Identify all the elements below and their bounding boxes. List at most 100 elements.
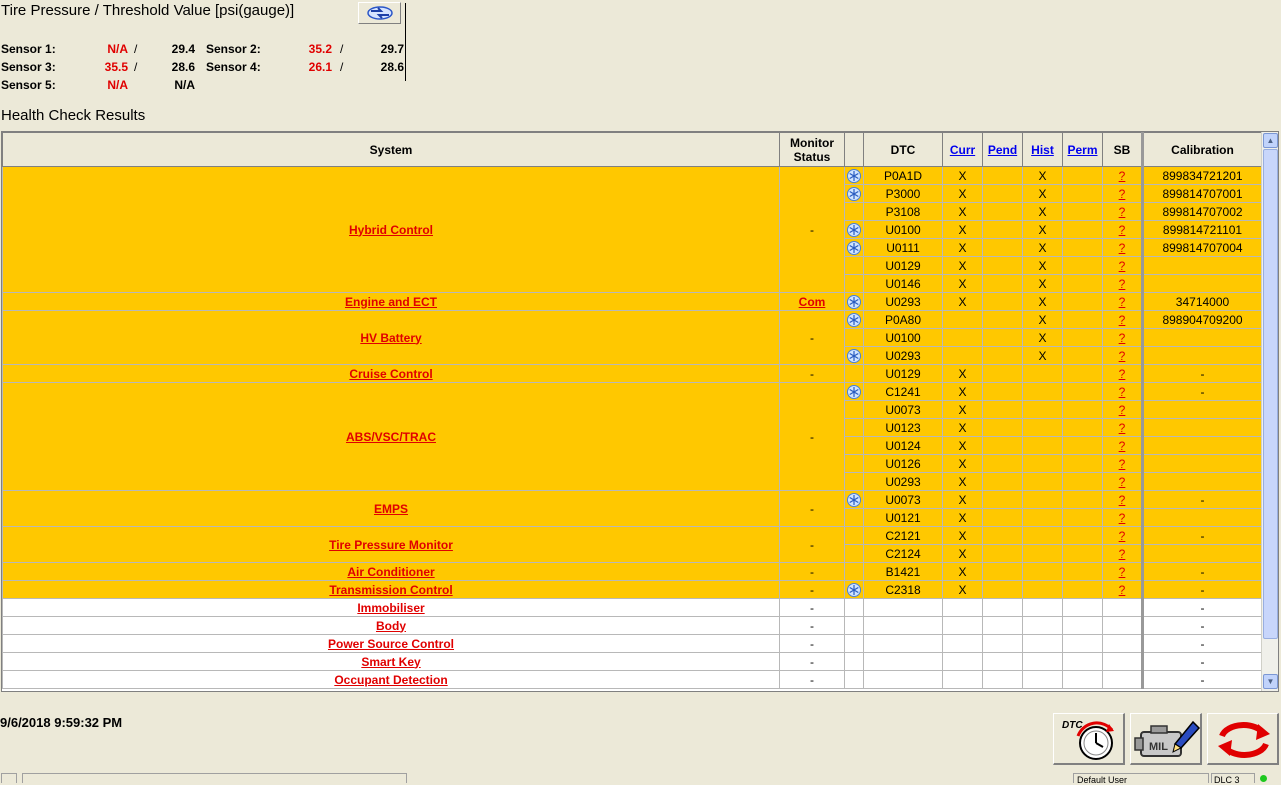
service-bulletin-link[interactable]: ?: [1119, 313, 1126, 327]
service-bulletin-link[interactable]: ?: [1119, 187, 1126, 201]
dtc-code-cell[interactable]: [863, 652, 943, 671]
service-bulletin-link[interactable]: ?: [1119, 367, 1126, 381]
dtc-code-cell[interactable]: [863, 634, 943, 653]
service-bulletin-link[interactable]: ?: [1119, 475, 1126, 489]
table-row[interactable]: Body - -: [2, 616, 1262, 635]
dtc-code-cell[interactable]: U0293: [863, 346, 943, 365]
service-bulletin-link[interactable]: ?: [1119, 331, 1126, 345]
freeze-frame-cell[interactable]: [844, 238, 864, 257]
pend-link[interactable]: Pend: [988, 143, 1017, 157]
service-bulletin-link[interactable]: ?: [1119, 223, 1126, 237]
refresh-button[interactable]: [1207, 713, 1279, 765]
freeze-frame-cell[interactable]: [844, 220, 864, 239]
service-bulletin-link[interactable]: ?: [1119, 421, 1126, 435]
hist-column-header[interactable]: Hist: [1022, 132, 1063, 167]
dtc-code-cell[interactable]: U0073: [863, 400, 943, 419]
sb-column-header[interactable]: SB: [1102, 132, 1143, 167]
dtc-code-cell[interactable]: [863, 616, 943, 635]
dtc-code-cell[interactable]: U0111: [863, 238, 943, 257]
dtc-code-cell[interactable]: U0123: [863, 418, 943, 437]
dtc-code-cell[interactable]: U0129: [863, 364, 943, 383]
dtc-code-cell[interactable]: U0146: [863, 274, 943, 293]
system-link[interactable]: Tire Pressure Monitor: [329, 538, 453, 552]
snowflake-icon[interactable]: [847, 384, 861, 399]
system-column-header[interactable]: System: [2, 132, 780, 167]
freeze-frame-cell[interactable]: [844, 166, 864, 185]
dtc-code-cell[interactable]: P3108: [863, 202, 943, 221]
system-link[interactable]: ABS/VSC/TRAC: [346, 430, 436, 444]
calibration-column-header[interactable]: Calibration: [1141, 132, 1262, 167]
snowflake-icon[interactable]: [847, 492, 861, 507]
scroll-thumb[interactable]: [1263, 149, 1278, 639]
freeze-frame-cell[interactable]: [844, 490, 864, 509]
snowflake-icon[interactable]: [847, 168, 861, 183]
service-bulletin-link[interactable]: ?: [1119, 493, 1126, 507]
service-bulletin-link[interactable]: ?: [1119, 547, 1126, 561]
service-bulletin-link[interactable]: ?: [1119, 205, 1126, 219]
refresh-tpms-button[interactable]: [358, 2, 401, 24]
service-bulletin-link[interactable]: ?: [1119, 439, 1126, 453]
table-row[interactable]: Smart Key - -: [2, 652, 1262, 671]
scroll-up-button[interactable]: ▲: [1263, 133, 1278, 148]
dtc-code-cell[interactable]: U0100: [863, 328, 943, 347]
system-link[interactable]: Air Conditioner: [347, 565, 434, 579]
table-row[interactable]: Hybrid Control - P0A1D X X? 899834721201: [2, 166, 1262, 293]
system-link[interactable]: HV Battery: [360, 331, 421, 345]
freeze-frame-cell[interactable]: [844, 382, 864, 401]
dtc-monitor-button[interactable]: DTC: [1053, 713, 1125, 765]
dtc-code-cell[interactable]: [863, 598, 943, 617]
service-bulletin-link[interactable]: ?: [1119, 583, 1126, 597]
table-row[interactable]: EMPS - U0073 X? -: [2, 490, 1262, 527]
perm-column-header[interactable]: Perm: [1062, 132, 1103, 167]
snowflake-icon[interactable]: [847, 312, 861, 327]
dtc-code-cell[interactable]: U0126: [863, 454, 943, 473]
table-row[interactable]: Power Source Control - -: [2, 634, 1262, 653]
curr-column-header[interactable]: Curr: [942, 132, 983, 167]
service-bulletin-link[interactable]: ?: [1119, 259, 1126, 273]
snowflake-icon[interactable]: [847, 186, 861, 201]
system-link[interactable]: Immobiliser: [357, 601, 424, 615]
dtc-code-cell[interactable]: C2318: [863, 580, 943, 599]
table-row[interactable]: Tire Pressure Monitor - C2121 X? -: [2, 526, 1262, 563]
dtc-column-header[interactable]: DTC: [863, 132, 943, 167]
dtc-code-cell[interactable]: C2124: [863, 544, 943, 563]
system-link[interactable]: Body: [376, 619, 406, 633]
system-link[interactable]: Power Source Control: [328, 637, 454, 651]
dtc-code-cell[interactable]: P3000: [863, 184, 943, 203]
dtc-code-cell[interactable]: U0293: [863, 292, 943, 311]
table-row[interactable]: Occupant Detection - -: [2, 670, 1262, 689]
pend-column-header[interactable]: Pend: [982, 132, 1023, 167]
system-link[interactable]: Engine and ECT: [345, 295, 437, 309]
system-link[interactable]: EMPS: [374, 502, 408, 516]
table-vertical-scrollbar[interactable]: ▲ ▼: [1261, 132, 1278, 691]
service-bulletin-link[interactable]: ?: [1119, 385, 1126, 399]
dtc-code-cell[interactable]: U0124: [863, 436, 943, 455]
freeze-frame-cell[interactable]: [844, 580, 864, 599]
service-bulletin-link[interactable]: ?: [1119, 277, 1126, 291]
system-link[interactable]: Smart Key: [361, 655, 420, 669]
hist-link[interactable]: Hist: [1031, 143, 1054, 157]
service-bulletin-link[interactable]: ?: [1119, 457, 1126, 471]
table-row[interactable]: Air Conditioner - B1421 X? -: [2, 562, 1262, 581]
snowflake-icon[interactable]: [847, 240, 861, 255]
service-bulletin-link[interactable]: ?: [1119, 241, 1126, 255]
table-row[interactable]: Cruise Control - U0129 X? -: [2, 364, 1262, 383]
dtc-code-cell[interactable]: [863, 670, 943, 689]
scroll-down-button[interactable]: ▼: [1263, 674, 1278, 689]
snowflake-icon[interactable]: [847, 348, 861, 363]
service-bulletin-link[interactable]: ?: [1119, 511, 1126, 525]
service-bulletin-link[interactable]: ?: [1119, 565, 1126, 579]
freeze-frame-cell[interactable]: [844, 292, 864, 311]
monitor-status-link[interactable]: Com: [799, 295, 826, 309]
dtc-code-cell[interactable]: U0100: [863, 220, 943, 239]
dtc-code-cell[interactable]: P0A1D: [863, 166, 943, 185]
freeze-frame-cell[interactable]: [844, 310, 864, 329]
freeze-frame-cell[interactable]: [844, 346, 864, 365]
dtc-code-cell[interactable]: C2121: [863, 526, 943, 545]
service-bulletin-link[interactable]: ?: [1119, 403, 1126, 417]
dtc-code-cell[interactable]: U0073: [863, 490, 943, 509]
dtc-code-cell[interactable]: U0293: [863, 472, 943, 491]
table-row[interactable]: Transmission Control - C2318 X? -: [2, 580, 1262, 599]
snowflake-icon[interactable]: [847, 294, 861, 309]
freeze-frame-cell[interactable]: [844, 184, 864, 203]
